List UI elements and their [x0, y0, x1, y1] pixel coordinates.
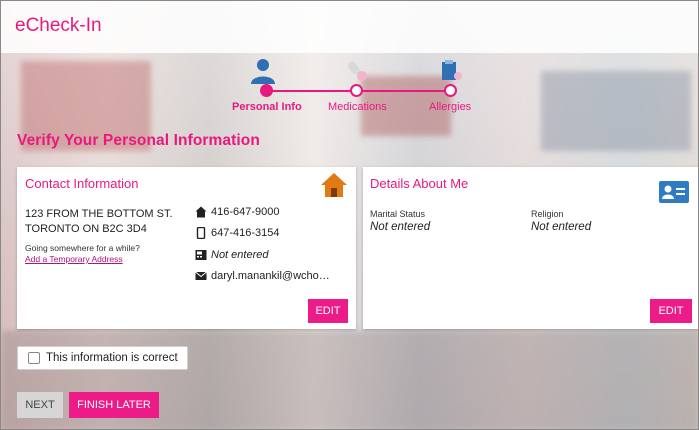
- step-allergies-dot[interactable]: [444, 84, 457, 97]
- address-line-2: TORONTO ON B2C 3D4: [25, 223, 147, 235]
- confirm-checkbox-label[interactable]: This information is correct: [46, 352, 178, 364]
- fax-row: Not entered: [195, 249, 268, 261]
- email-value: daryl.manankil@wcho…: [211, 270, 330, 282]
- background-decoration: [541, 71, 691, 151]
- home-phone-icon: [195, 206, 207, 218]
- mobile-phone-value: 647-416-3154: [211, 227, 280, 239]
- step-allergies-label[interactable]: Allergies: [429, 101, 471, 113]
- details-edit-button[interactable]: EDIT: [650, 299, 692, 323]
- id-card-icon: [659, 181, 689, 203]
- contact-card: Contact Information 123 FROM THE BOTTOM …: [17, 167, 356, 329]
- home-phone-value: 416-647-9000: [211, 206, 280, 218]
- email-icon: [195, 271, 207, 280]
- home-phone-row: 416-647-9000: [195, 206, 280, 218]
- allergies-icon: [442, 60, 462, 80]
- confirm-information-control[interactable]: This information is correct: [17, 346, 188, 370]
- add-temporary-address-link[interactable]: Add a Temporary Address: [25, 254, 123, 264]
- fax-icon: [195, 250, 207, 260]
- confirm-checkbox[interactable]: [28, 352, 40, 364]
- religion-label: Religion: [531, 209, 564, 219]
- app-frame: eCheck-In Personal Info Medications Alle…: [0, 0, 699, 430]
- step-personal-info-dot[interactable]: [260, 84, 273, 97]
- next-button[interactable]: NEXT: [17, 392, 63, 418]
- pills-icon: [348, 61, 367, 81]
- contact-edit-button[interactable]: EDIT: [308, 299, 348, 323]
- app-title: eCheck-In: [15, 15, 102, 36]
- page-heading: Verify Your Personal Information: [17, 132, 260, 149]
- step-personal-info-label[interactable]: Personal Info: [232, 101, 302, 113]
- details-card-title: Details About Me: [370, 176, 469, 191]
- step-medications-label[interactable]: Medications: [328, 101, 387, 113]
- religion-value: Not entered: [531, 221, 592, 233]
- step-medications-dot[interactable]: [350, 84, 363, 97]
- address-line-1: 123 FROM THE BOTTOM ST.: [25, 208, 173, 220]
- temporary-address-prompt: Going somewhere for a while?: [25, 243, 140, 253]
- mobile-phone-icon: [196, 227, 206, 239]
- app-header: [1, 1, 698, 53]
- details-card: Details About Me Marital Status Not ente…: [363, 167, 698, 329]
- person-icon: [251, 59, 275, 84]
- contact-card-title: Contact Information: [25, 176, 139, 191]
- marital-status-label: Marital Status: [370, 209, 426, 219]
- marital-status-value: Not entered: [370, 221, 431, 233]
- email-row: daryl.manankil@wcho…: [195, 270, 330, 282]
- mobile-phone-row: 647-416-3154: [195, 227, 280, 239]
- fax-value: Not entered: [211, 249, 269, 261]
- finish-later-button[interactable]: FINISH LATER: [69, 392, 159, 418]
- home-icon: [321, 173, 347, 197]
